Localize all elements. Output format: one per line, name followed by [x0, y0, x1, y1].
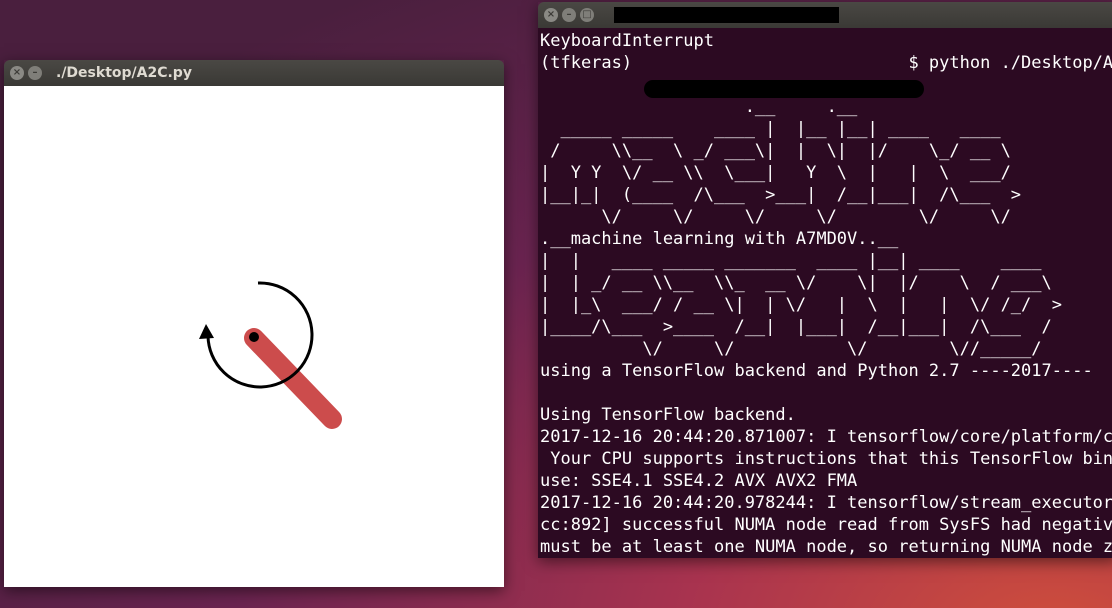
terminal-line: .__ .__: [540, 97, 858, 117]
terminal-line: 2017-12-16 20:44:20.871007: I tensorflow…: [540, 427, 1112, 447]
terminal-line: | | _/ __ \\__ \\_ __ \/ \| |/ \ / ___\: [540, 273, 1052, 293]
terminal-body[interactable]: KeyboardInterrupt (tfkeras) $ python ./De…: [538, 28, 1112, 558]
terminal-line: .__machine learning with A7MD0V..__: [540, 229, 899, 249]
close-button[interactable]: ×: [10, 66, 24, 80]
terminal-line: Using TensorFlow backend.: [540, 405, 796, 425]
terminal-line: \/ \/ \/ \//_____/: [540, 339, 1042, 359]
pendulum-canvas: [4, 86, 504, 587]
terminal-line: KeyboardInterrupt: [540, 31, 714, 51]
terminal-line: \/ \/ \/ \/ \/ \/: [540, 207, 1011, 227]
terminal-line: / \\__ \ _/ ___\| | \| |/ \_/ __ \: [540, 141, 1011, 161]
terminal-titlebar[interactable]: × – □: [538, 2, 1112, 28]
terminal-line: Your CPU supports instructions that this…: [550, 449, 1112, 469]
terminal-line: use: SSE4.1 SSE4.2 AVX AVX2 FMA: [540, 471, 858, 491]
pendulum-rod: [244, 328, 342, 429]
terminal-line: | | ____ _____ _______ ____ |__| ____ __…: [540, 251, 1042, 271]
minimize-button[interactable]: –: [28, 66, 42, 80]
plot-window-titlebar[interactable]: × – ./Desktop/A2C.py: [4, 60, 504, 86]
terminal-line: using a TensorFlow backend and Python 2.…: [540, 361, 1093, 381]
plot-window-title: ./Desktop/A2C.py: [56, 65, 192, 81]
maximize-button[interactable]: □: [580, 8, 594, 22]
terminal-line: 2017-12-16 20:44:20.978244: I tensorflow…: [540, 493, 1112, 513]
terminal-output: KeyboardInterrupt (tfkeras) $ python ./De…: [538, 28, 1112, 558]
terminal-line: _____ _____ ____ | |__ |__| ____ ____: [540, 119, 1001, 139]
pendulum-plot-window[interactable]: × – ./Desktop/A2C.py: [4, 60, 504, 587]
terminal-line: |__|_| (____ /\___ >___| /__|___| /\___ …: [540, 185, 1022, 205]
close-button[interactable]: ×: [544, 8, 558, 22]
torque-arrow-head: [199, 324, 214, 339]
terminal-line: (tfkeras) $ python ./Desktop/A2C.py: [540, 53, 1112, 73]
terminal-line: must be at least one NUMA node, so retur…: [540, 537, 1112, 557]
terminal-line: | Y Y \/ __ \\ \___| Y \ | | \ ___/: [540, 163, 1011, 183]
pendulum-drawing: [199, 281, 342, 429]
minimize-button[interactable]: –: [562, 8, 576, 22]
terminal-line: cc:892] successful NUMA node read from S…: [540, 515, 1112, 535]
terminal-line: |____/\___ >____ /__| |___| /__|___| /\_…: [540, 317, 1052, 337]
pendulum-pivot: [249, 332, 259, 342]
redacted-title: [614, 7, 839, 23]
terminal-window[interactable]: × – □ KeyboardInterrupt (tfkeras) $ pytho…: [538, 2, 1112, 558]
redacted-prompt-path: [644, 80, 924, 98]
terminal-line: | |_\ ___/ / __ \| | \/ | \ | | \/ /_/ >: [540, 295, 1062, 315]
